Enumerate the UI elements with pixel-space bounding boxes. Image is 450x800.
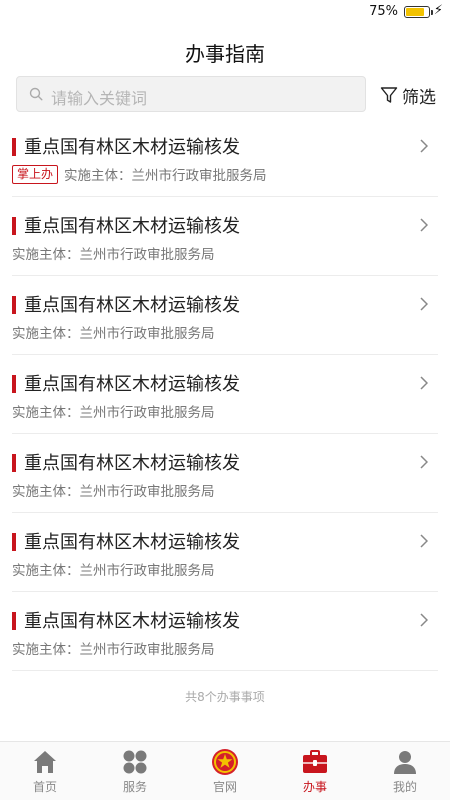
battery-icon [404,6,433,18]
guide-list: 重点国有林区木材运输核发 掌上办 实施主体：兰州市行政审批服务局 重点国有林区木… [0,118,450,671]
item-title: 重点国有林区木材运输核发 [24,532,240,553]
chevron-right-icon [420,297,428,311]
title-marker [12,138,16,156]
list-item[interactable]: 重点国有林区木材运输核发 实施主体：兰州市行政审批服务局 [0,592,450,671]
item-subtitle: 实施主体：兰州市行政审批服务局 [12,484,215,500]
title-marker [12,296,16,314]
chevron-right-icon [420,534,428,548]
user-icon [394,751,416,774]
item-title: 重点国有林区木材运输核发 [24,137,240,158]
list-item[interactable]: 重点国有林区木材运输核发 实施主体：兰州市行政审批服务局 [0,434,450,513]
title-marker [12,533,16,551]
chevron-right-icon [420,613,428,627]
nav-mine[interactable]: 我的 [360,742,450,800]
item-subtitle: 实施主体：兰州市行政审批服务局 [12,563,215,579]
item-subtitle-row: 实施主体：兰州市行政审批服务局 [12,401,215,421]
title-marker [12,612,16,630]
nav-services[interactable]: 服务 [90,742,180,800]
nav-official-site[interactable]: 官网 [180,742,270,800]
item-title: 重点国有林区木材运输核发 [24,453,240,474]
chevron-right-icon [420,376,428,390]
item-title: 重点国有林区木材运输核发 [24,216,240,237]
emblem-icon [212,749,238,775]
title-marker [12,454,16,472]
chevron-right-icon [420,455,428,469]
item-subtitle: 实施主体：兰州市行政审批服务局 [12,405,215,421]
briefcase-icon [303,750,327,773]
item-title: 重点国有林区木材运输核发 [24,374,240,395]
item-subtitle-row: 实施主体：兰州市行政审批服务局 [12,243,215,263]
search-placeholder: 请输入关键词 [51,89,148,108]
item-subtitle-row: 实施主体：兰州市行政审批服务局 [12,322,215,342]
item-title: 重点国有林区木材运输核发 [24,295,240,316]
search-input[interactable]: 请输入关键词 [16,76,366,112]
bottom-nav: 首页 服务 官网 办事 我的 [0,741,450,800]
mobile-service-badge: 掌上办 [12,164,59,184]
nav-affairs[interactable]: 办事 [270,742,360,800]
list-item[interactable]: 重点国有林区木材运输核发 掌上办 实施主体：兰州市行政审批服务局 [0,118,450,197]
nav-label: 首页 [32,780,57,794]
battery-percentage: 75% [369,4,398,19]
filter-button[interactable]: 筛选 [380,82,436,108]
chevron-right-icon [420,218,428,232]
status-bar: 75% ⚡ [0,0,450,24]
item-subtitle: 实施主体：兰州市行政审批服务局 [12,326,215,342]
item-subtitle: 实施主体：兰州市行政审批服务局 [12,247,215,263]
title-marker [12,375,16,393]
nav-label: 我的 [392,780,417,794]
nav-label: 服务 [122,780,147,794]
title-marker [12,217,16,235]
item-subtitle-row: 实施主体：兰州市行政审批服务局 [12,559,215,579]
item-subtitle: 实施主体：兰州市行政审批服务局 [12,642,215,658]
services-icon [123,750,147,774]
nav-label: 官网 [212,780,237,794]
item-subtitle-row: 实施主体：兰州市行政审批服务局 [12,638,215,658]
nav-label: 办事 [302,780,327,794]
nav-home[interactable]: 首页 [0,742,90,800]
filter-icon [380,87,398,103]
item-subtitle-row: 实施主体：兰州市行政审批服务局 [12,480,215,500]
list-item[interactable]: 重点国有林区木材运输核发 实施主体：兰州市行政审批服务局 [0,355,450,434]
list-count: 共8个办事事项 [185,690,265,704]
charging-bolt-icon: ⚡ [433,3,443,18]
chevron-right-icon [420,139,428,153]
list-item[interactable]: 重点国有林区木材运输核发 实施主体：兰州市行政审批服务局 [0,513,450,592]
filter-label: 筛选 [402,87,436,108]
list-item[interactable]: 重点国有林区木材运输核发 实施主体：兰州市行政审批服务局 [0,276,450,355]
item-subtitle-row: 掌上办 实施主体：兰州市行政审批服务局 [12,164,267,184]
search-icon [29,87,43,101]
item-subtitle: 实施主体：兰州市行政审批服务局 [64,168,267,184]
list-item[interactable]: 重点国有林区木材运输核发 实施主体：兰州市行政审批服务局 [0,197,450,276]
item-title: 重点国有林区木材运输核发 [24,611,240,632]
home-icon [34,751,56,773]
page-title: 办事指南 [185,42,265,66]
